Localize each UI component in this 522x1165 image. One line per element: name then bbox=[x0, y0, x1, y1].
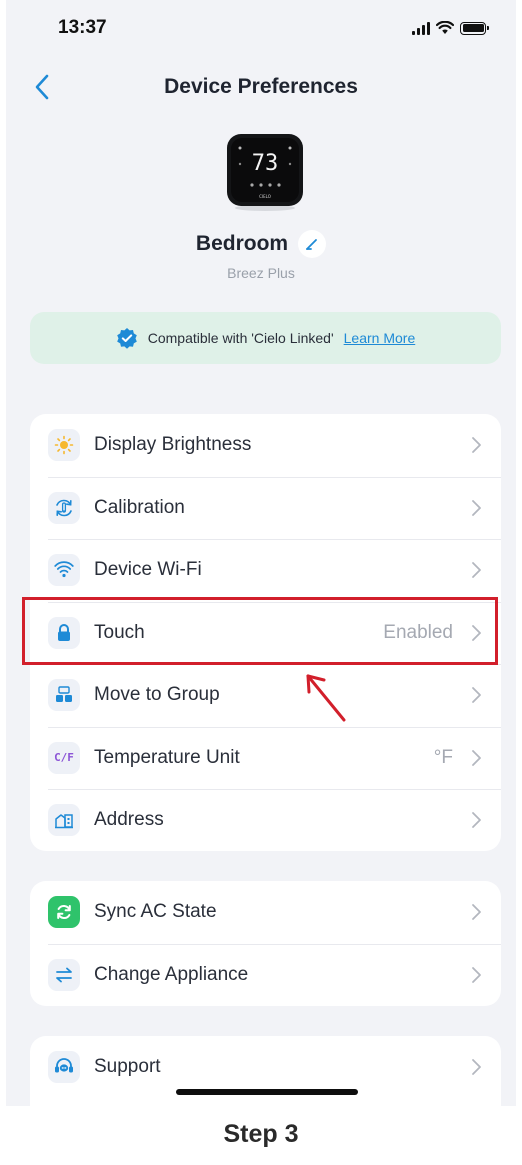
chevron-right-icon bbox=[472, 749, 481, 766]
chevron-right-icon bbox=[472, 687, 481, 704]
brand-logo: CIELO bbox=[259, 194, 271, 199]
row-change-appliance[interactable]: Change Appliance bbox=[30, 943, 501, 1007]
chevron-right-icon bbox=[472, 1059, 481, 1076]
sync-icon bbox=[48, 896, 80, 929]
edit-name-button[interactable] bbox=[298, 230, 327, 258]
lock-icon bbox=[48, 616, 80, 649]
step-label: Step 3 bbox=[223, 1120, 299, 1148]
compatibility-banner: Compatible with 'Cielo Linked' Learn Mor… bbox=[30, 312, 501, 364]
row-label: Sync AC State bbox=[94, 901, 217, 923]
row-address[interactable]: Address bbox=[30, 789, 501, 851]
chevron-right-icon bbox=[472, 624, 481, 641]
cf-icon-text: C/F bbox=[54, 751, 74, 765]
row-label: Temperature Unit bbox=[94, 746, 240, 768]
chevron-right-icon bbox=[472, 812, 481, 829]
building-icon bbox=[48, 804, 80, 837]
chevron-right-icon bbox=[472, 437, 481, 454]
chevron-right-icon bbox=[472, 499, 481, 516]
pointer-arrow-icon bbox=[306, 674, 346, 722]
status-icons bbox=[412, 21, 489, 35]
status-bar: 13:37 bbox=[6, 0, 516, 56]
row-label: Support bbox=[94, 1056, 161, 1078]
row-touch[interactable]: Touch Enabled bbox=[30, 601, 501, 665]
support-list: Support bbox=[30, 1036, 501, 1106]
page-title: Device Preferences bbox=[164, 75, 358, 98]
row-move-to-group[interactable]: Move to Group bbox=[30, 664, 501, 727]
row-label: Calibration bbox=[94, 496, 185, 518]
device-name-row: Bedroom bbox=[6, 230, 516, 258]
swap-icon bbox=[48, 958, 80, 991]
row-calibration[interactable]: Calibration bbox=[30, 476, 501, 540]
group-icon bbox=[48, 679, 80, 712]
row-temperature-unit[interactable]: C/F Temperature Unit °F bbox=[30, 726, 501, 790]
home-indicator bbox=[176, 1089, 358, 1095]
row-sync-ac-state[interactable]: Sync AC State bbox=[30, 881, 501, 944]
row-label: Move to Group bbox=[94, 684, 220, 706]
device-model: Breez Plus bbox=[227, 265, 295, 281]
row-label: Display Brightness bbox=[94, 434, 252, 456]
calibration-icon bbox=[48, 491, 80, 524]
battery-icon bbox=[460, 21, 489, 35]
actions-list: Sync AC State Change Appliance bbox=[30, 881, 501, 1006]
compatibility-text: Compatible with 'Cielo Linked' bbox=[147, 330, 334, 346]
pencil-icon bbox=[306, 239, 317, 250]
status-time: 13:37 bbox=[58, 17, 107, 38]
row-label: Device Wi-Fi bbox=[94, 559, 202, 581]
learn-more-link[interactable]: Learn More bbox=[344, 330, 416, 346]
chevron-right-icon bbox=[472, 562, 481, 579]
row-label: Change Appliance bbox=[94, 963, 249, 985]
row-device-wifi[interactable]: Device Wi-Fi bbox=[30, 539, 501, 602]
row-display-brightness[interactable]: Display Brightness bbox=[30, 414, 501, 477]
device-name: Bedroom bbox=[195, 232, 289, 255]
settings-list: Display Brightness Calibration Device Wi… bbox=[30, 414, 501, 851]
thermostat-device-image: 73 CIELO bbox=[227, 134, 303, 211]
cf-icon: C/F bbox=[48, 741, 80, 774]
nav-header: Device Preferences bbox=[6, 62, 516, 112]
cellular-signal-icon bbox=[412, 21, 430, 35]
temperature-unit-value: °F bbox=[433, 746, 453, 768]
chevron-right-icon bbox=[472, 904, 481, 921]
wifi-status-icon bbox=[436, 21, 454, 34]
chevron-right-icon bbox=[472, 966, 481, 983]
verified-badge-icon bbox=[116, 328, 137, 349]
touch-status-value: Enabled bbox=[383, 621, 453, 643]
wifi-icon bbox=[48, 554, 80, 587]
row-label: Address bbox=[94, 809, 164, 831]
phone-screen: 13:37 Device Preferences 73 CIELO Bedroo… bbox=[6, 0, 516, 1106]
headset-icon bbox=[48, 1051, 80, 1084]
row-label: Touch bbox=[94, 621, 145, 643]
sun-icon bbox=[48, 429, 80, 462]
thermostat-temp-display: 73 bbox=[252, 151, 279, 176]
